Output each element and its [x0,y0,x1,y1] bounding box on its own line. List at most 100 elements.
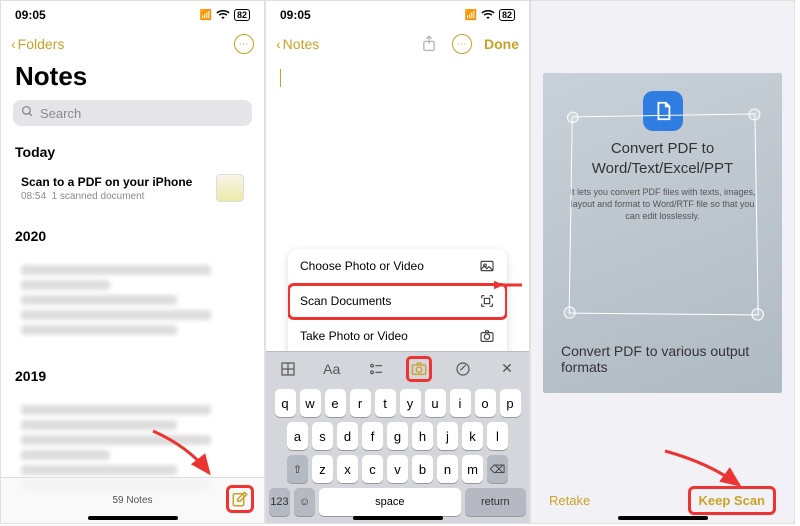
text-format-button[interactable]: Aa [319,356,345,382]
close-toolbar-button[interactable]: ✕ [494,356,520,382]
text-cursor[interactable] [280,69,281,87]
backspace-key[interactable]: ⌫ [487,455,508,483]
nav-bar: ‹ Notes ⋯ Done [266,29,529,59]
table-tool-button[interactable] [275,356,301,382]
key-b[interactable]: b [412,455,433,483]
camera-icon [479,328,495,344]
back-button[interactable]: ‹ Notes [276,36,319,52]
key-w[interactable]: w [300,389,321,417]
key-v[interactable]: v [387,455,408,483]
key-l[interactable]: l [487,422,508,450]
note-count: 59 Notes [112,495,152,506]
key-m[interactable]: m [462,455,483,483]
chevron-left-icon: ‹ [276,36,281,52]
key-o[interactable]: o [475,389,496,417]
key-z[interactable]: z [312,455,333,483]
battery-icon: 82 [499,9,515,21]
key-f[interactable]: f [362,422,383,450]
markup-button[interactable] [450,356,476,382]
status-time: 09:05 [15,8,46,22]
back-button[interactable]: ‹ Folders [11,36,64,52]
photo-icon [479,258,495,274]
screen-note-editor: 09:05 📶 82 ‹ Notes ⋯ Done Choose Photo o… [265,0,530,524]
camera-attach-button[interactable] [406,356,432,382]
key-s[interactable]: s [312,422,333,450]
search-placeholder: Search [40,106,81,121]
notes-group-2020[interactable] [11,250,254,350]
battery-icon: 82 [234,9,250,21]
note-row[interactable]: Scan to a PDF on your iPhone 08:54 1 sca… [11,166,254,210]
screen-notes-list: 09:05 📶 82 ‹ Folders ⋯ Notes Search Toda… [0,0,265,524]
key-t[interactable]: t [375,389,396,417]
keep-scan-button[interactable]: Keep Scan [688,486,776,515]
crop-handle-tl[interactable] [567,112,579,124]
key-u[interactable]: u [425,389,446,417]
crop-handle-bl[interactable] [564,306,576,318]
key-x[interactable]: x [337,455,358,483]
key-n[interactable]: n [437,455,458,483]
crop-frame[interactable] [569,113,759,315]
status-time: 09:05 [280,8,311,22]
compose-button[interactable] [226,485,254,513]
space-key[interactable]: space [319,488,461,516]
share-button[interactable] [418,33,440,55]
section-2019: 2019 [1,360,264,390]
keyboard: qwertyuiop asdfghjkl ⇧zxcvbnm⌫ 123 ☺ spa… [266,385,529,523]
search-icon [21,105,34,121]
back-label: Folders [18,36,65,52]
key-h[interactable]: h [412,422,433,450]
scan-document-icon [479,293,495,309]
more-button[interactable]: ⋯ [234,34,254,54]
section-2020: 2020 [1,220,264,250]
page-title: Notes [1,59,264,100]
search-input[interactable]: Search [13,100,252,126]
home-indicator[interactable] [353,516,443,520]
scan-viewport[interactable]: Convert PDF to Word/Text/Excel/PPT It le… [543,73,782,393]
return-key[interactable]: return [465,488,526,516]
key-d[interactable]: d [337,422,358,450]
key-a[interactable]: a [287,422,308,450]
menu-label: Take Photo or Video [300,329,408,343]
crop-handle-br[interactable] [751,308,764,321]
wifi-icon [481,9,495,22]
note-title: Scan to a PDF on your iPhone [21,175,192,189]
note-subline: 08:54 1 scanned document [21,191,192,202]
key-g[interactable]: g [387,422,408,450]
status-right: 📶 82 [200,9,250,22]
chevron-left-icon: ‹ [11,36,16,52]
keyboard-toolbar: Aa ✕ [266,351,529,385]
scan-lower-title: Convert PDF to various output formats [561,343,782,375]
signal-icon: 📶 [200,10,212,21]
key-p[interactable]: p [500,389,521,417]
key-e[interactable]: e [325,389,346,417]
section-today: Today [1,136,264,166]
emoji-key[interactable]: ☺ [294,488,315,516]
status-bar: 09:05 📶 82 [1,1,264,29]
menu-scan-documents[interactable]: Scan Documents [288,284,507,319]
checklist-button[interactable] [363,356,389,382]
signal-icon: 📶 [465,10,477,21]
more-button[interactable]: ⋯ [452,34,472,54]
retake-button[interactable]: Retake [549,493,590,508]
back-label: Notes [283,36,320,52]
key-i[interactable]: i [450,389,471,417]
scan-action-bar: Retake Keep Scan [531,486,794,515]
key-r[interactable]: r [350,389,371,417]
shift-key[interactable]: ⇧ [287,455,308,483]
key-q[interactable]: q [275,389,296,417]
menu-label: Scan Documents [300,294,391,308]
key-j[interactable]: j [437,422,458,450]
numbers-key[interactable]: 123 [269,488,290,516]
home-indicator[interactable] [618,516,708,520]
nav-bar: ‹ Folders ⋯ [1,29,264,59]
home-indicator[interactable] [88,516,178,520]
wifi-icon [216,9,230,22]
menu-take-photo[interactable]: Take Photo or Video [288,319,507,354]
key-k[interactable]: k [462,422,483,450]
key-c[interactable]: c [362,455,383,483]
note-thumbnail [216,174,244,202]
menu-label: Choose Photo or Video [300,259,424,273]
done-button[interactable]: Done [484,36,519,52]
key-y[interactable]: y [400,389,421,417]
menu-choose-photo[interactable]: Choose Photo or Video [288,249,507,284]
